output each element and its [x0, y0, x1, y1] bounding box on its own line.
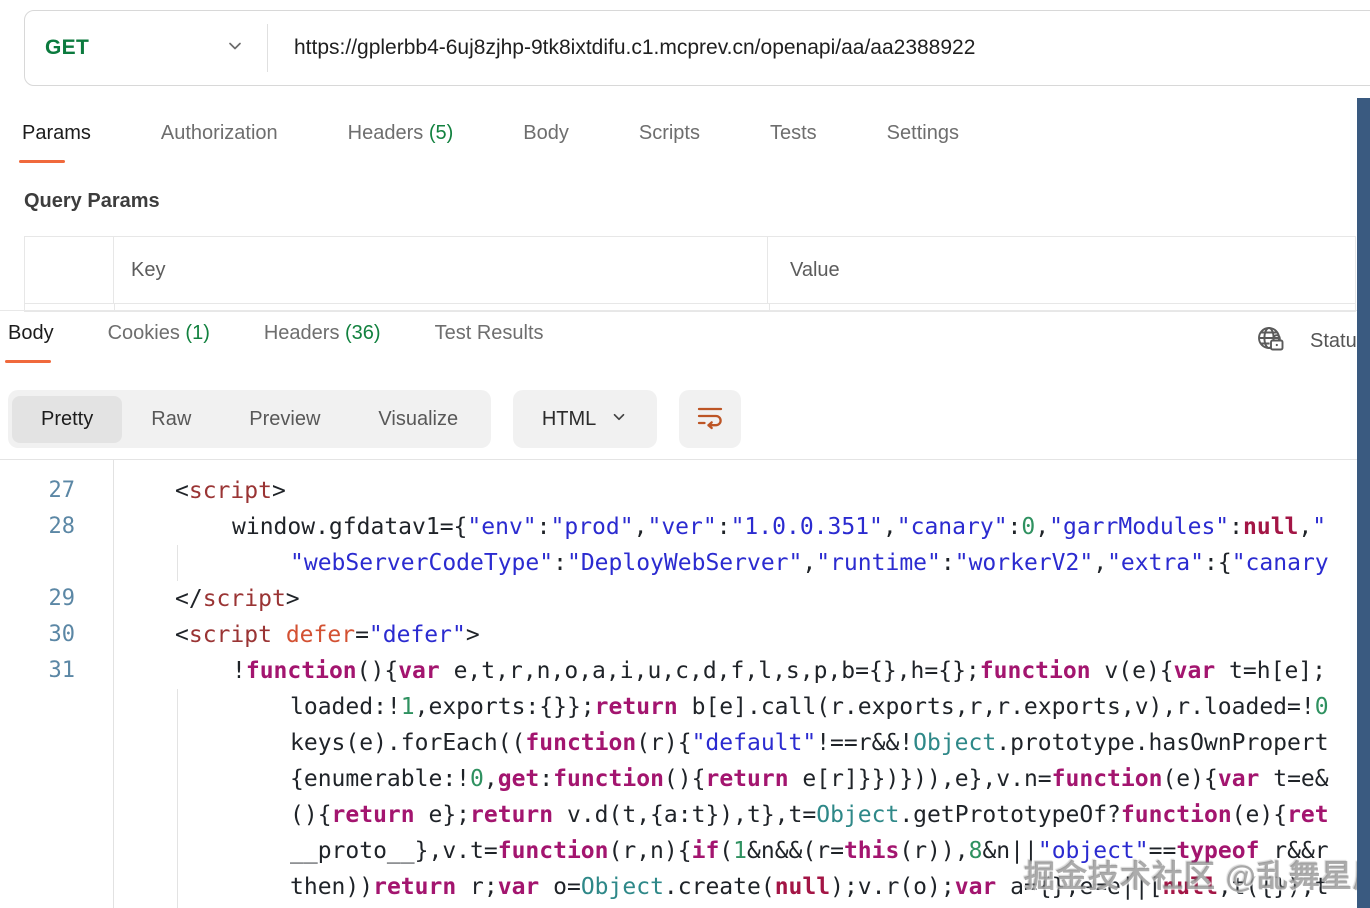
response-tabs: Body Cookies (1) Headers (36) Test Results: [8, 322, 544, 363]
request-tab-body[interactable]: Body: [523, 122, 569, 163]
tab-label: Tests: [770, 122, 817, 144]
code-text: <script defer="defer">: [175, 617, 480, 653]
response-tab-test-results[interactable]: Test Results: [435, 322, 544, 363]
request-tab-tests[interactable]: Tests: [770, 122, 817, 163]
response-section-divider: [0, 310, 1370, 311]
tab-label: Headers: [348, 122, 424, 144]
code-line-wrap: "webServerCodeType":"DeployWebServer","r…: [0, 545, 1370, 581]
tab-count-badge: (1): [180, 322, 210, 344]
line-number: [0, 797, 113, 833]
line-number: 27: [0, 473, 113, 509]
tab-label: Params: [22, 122, 91, 144]
code-line-wrap: (){return e};return v.d(t,{a:t}),t},t=Ob…: [0, 797, 1370, 833]
url-bar-divider: [267, 24, 268, 72]
globe-lock-icon[interactable]: [1254, 322, 1288, 361]
language-label: HTML: [542, 408, 596, 431]
chevron-down-icon: [610, 408, 628, 431]
status-label: Statu: [1310, 330, 1357, 353]
view-mode-segmented-control: PrettyRawPreviewVisualize: [8, 390, 491, 448]
code-line-wrap: keys(e).forEach((function(r){"default"!=…: [0, 725, 1370, 761]
response-body-code-editor[interactable]: 27 <script> 28 window.gfdatav1={"env":"prod…: [0, 459, 1370, 908]
tab-label: Body: [8, 322, 54, 344]
code-line-31: 31 !function(){var e,t,r,n,o,a,i,u,c,d,f,…: [0, 653, 1370, 689]
request-tab-headers[interactable]: Headers (5): [348, 122, 454, 163]
code-text: </script>: [175, 581, 300, 617]
request-tab-scripts[interactable]: Scripts: [639, 122, 700, 163]
response-tab-cookies[interactable]: Cookies (1): [108, 322, 210, 363]
right-edge-scrollbar[interactable]: [1357, 98, 1370, 908]
tab-label: Cookies: [108, 322, 180, 344]
line-number: [0, 689, 113, 725]
language-dropdown[interactable]: HTML: [513, 390, 657, 448]
code-text: "webServerCodeType":"DeployWebServer","r…: [290, 545, 1329, 581]
tab-label: Headers: [264, 322, 340, 344]
line-number: [0, 725, 113, 761]
value-column-header: Value: [768, 237, 1355, 303]
response-tab-headers[interactable]: Headers (36): [264, 322, 381, 363]
method-selector[interactable]: GET: [25, 36, 267, 61]
tab-label: Scripts: [639, 122, 700, 144]
key-column-header: Key: [114, 237, 768, 303]
view-mode-pretty[interactable]: Pretty: [12, 396, 122, 443]
code-line-30: 30 <script defer="defer">: [0, 617, 1370, 653]
method-label: GET: [45, 36, 89, 60]
code-text: keys(e).forEach((function(r){"default"!=…: [290, 725, 1329, 761]
code-text: {enumerable:!0,get:function(){return e[r…: [290, 761, 1329, 797]
line-number: 28: [0, 509, 113, 545]
tab-count-badge: (5): [423, 122, 453, 144]
code-line-wrap: {enumerable:!0,get:function(){return e[r…: [0, 761, 1370, 797]
tab-label: Settings: [887, 122, 959, 144]
code-text: window.gfdatav1={"env":"prod","ver":"1.0…: [232, 509, 1326, 545]
code-line-wrap: loaded:!1,exports:{}};return b[e].call(r…: [0, 689, 1370, 725]
line-number: 31: [0, 653, 113, 689]
code-text: !function(){var e,t,r,n,o,a,i,u,c,d,f,l,…: [232, 653, 1326, 689]
tab-label: Test Results: [435, 322, 544, 344]
request-tab-authorization[interactable]: Authorization: [161, 122, 278, 163]
code-line-28: 28 window.gfdatav1={"env":"prod","ver":"1…: [0, 509, 1370, 545]
wrap-lines-icon: [695, 403, 725, 436]
code-text: <script>: [175, 473, 286, 509]
query-params-header-row: Key Value: [25, 237, 1355, 304]
wrap-lines-button[interactable]: [679, 390, 741, 448]
api-client-window: GET https://gplerbb4-6uj8zjhp-9tk8ixtdif…: [0, 0, 1370, 908]
line-number: 30: [0, 617, 113, 653]
query-params-table: Key Value: [24, 236, 1356, 312]
view-mode-visualize[interactable]: Visualize: [349, 396, 487, 443]
code-text: loaded:!1,exports:{}};return b[e].call(r…: [290, 689, 1329, 725]
chevron-down-icon: [225, 36, 245, 61]
select-all-cell[interactable]: [25, 237, 114, 303]
code-line-29: 29 </script>: [0, 581, 1370, 617]
request-tabs: Params Authorization Headers (5) Body Script…: [22, 122, 959, 163]
request-tab-params[interactable]: Params: [22, 122, 91, 163]
url-input[interactable]: https://gplerbb4-6uj8zjhp-9tk8ixtdifu.c1…: [294, 36, 975, 60]
response-tab-body[interactable]: Body: [8, 322, 54, 363]
response-meta: Statu: [1254, 322, 1357, 361]
view-mode-preview[interactable]: Preview: [220, 396, 349, 443]
code-rows: 27 <script> 28 window.gfdatav1={"env":"prod…: [0, 473, 1370, 908]
response-viewer-toolbar: PrettyRawPreviewVisualize HTML: [8, 390, 741, 448]
line-number: [0, 869, 113, 905]
line-number: [0, 761, 113, 797]
tab-count-badge: (36): [339, 322, 380, 344]
line-number: [0, 545, 113, 581]
tab-label: Body: [523, 122, 569, 144]
query-params-title: Query Params: [24, 190, 160, 213]
request-tab-settings[interactable]: Settings: [887, 122, 959, 163]
line-number: 29: [0, 581, 113, 617]
tab-label: Authorization: [161, 122, 278, 144]
code-line-27: 27 <script>: [0, 473, 1370, 509]
view-mode-raw[interactable]: Raw: [122, 396, 220, 443]
request-url-bar: GET https://gplerbb4-6uj8zjhp-9tk8ixtdif…: [24, 10, 1370, 86]
watermark-text: 掘金技术社区 @乱舞星辰: [1024, 851, 1370, 896]
code-text: (){return e};return v.d(t,{a:t}),t},t=Ob…: [290, 797, 1329, 833]
line-number: [0, 833, 113, 869]
